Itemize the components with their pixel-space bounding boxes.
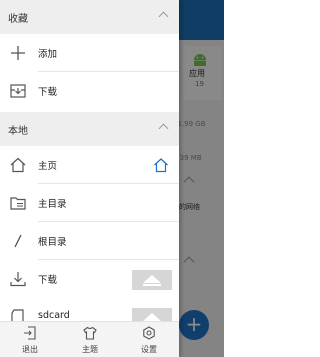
slash-icon bbox=[14, 234, 22, 248]
local-item-label: 根目录 bbox=[38, 237, 67, 248]
favorites-item-download[interactable]: 下载 bbox=[0, 72, 179, 110]
eject-button[interactable] bbox=[132, 270, 172, 290]
local-title: 本地 bbox=[8, 126, 28, 137]
favorites-item-label: 添加 bbox=[38, 49, 58, 60]
favorites-item-label: 下载 bbox=[38, 87, 58, 98]
folder-list-icon bbox=[10, 197, 26, 210]
local-item-label: sdcard bbox=[38, 310, 70, 321]
eject-icon bbox=[143, 313, 161, 321]
favorites-section-header[interactable]: 收藏 bbox=[0, 0, 179, 34]
local-item-home[interactable]: 主页 bbox=[0, 146, 179, 184]
settings-icon bbox=[143, 326, 155, 340]
drawer-scrim[interactable] bbox=[179, 0, 224, 357]
local-item-label: 主页 bbox=[38, 161, 58, 172]
local-item-download[interactable]: 下载 bbox=[0, 260, 179, 298]
local-item-main-directory[interactable]: 主目录 bbox=[0, 184, 179, 222]
local-item-root-directory[interactable]: 根目录 bbox=[0, 222, 179, 260]
theme-button[interactable]: 主题 bbox=[60, 322, 120, 357]
shirt-icon bbox=[83, 326, 97, 340]
favorites-title: 收藏 bbox=[8, 14, 28, 25]
download-icon bbox=[10, 272, 26, 287]
exit-button[interactable]: 退出 bbox=[0, 322, 60, 357]
chevron-up-icon bbox=[158, 11, 169, 22]
navigation-drawer: 收藏 添加 下载 本地 主页 主目录 根目录 下载 sdcard 退出 主题 设… bbox=[0, 0, 179, 357]
local-item-label: 下载 bbox=[38, 275, 58, 286]
default-home-icon[interactable] bbox=[153, 157, 169, 173]
local-item-label: 主目录 bbox=[38, 199, 67, 210]
settings-button[interactable]: 设置 bbox=[119, 322, 179, 357]
theme-label: 主题 bbox=[82, 345, 98, 354]
drawer-bottom-bar: 退出 主题 设置 bbox=[0, 321, 179, 357]
exit-label: 退出 bbox=[22, 345, 38, 354]
exit-icon bbox=[24, 326, 36, 340]
plus-icon bbox=[11, 46, 25, 60]
local-section-header[interactable]: 本地 bbox=[0, 112, 179, 146]
download-box-icon bbox=[10, 84, 26, 98]
eject-icon bbox=[143, 275, 161, 283]
home-icon bbox=[10, 157, 26, 173]
chevron-up-icon bbox=[158, 123, 169, 134]
settings-label: 设置 bbox=[141, 345, 157, 354]
favorites-item-add[interactable]: 添加 bbox=[0, 34, 179, 72]
